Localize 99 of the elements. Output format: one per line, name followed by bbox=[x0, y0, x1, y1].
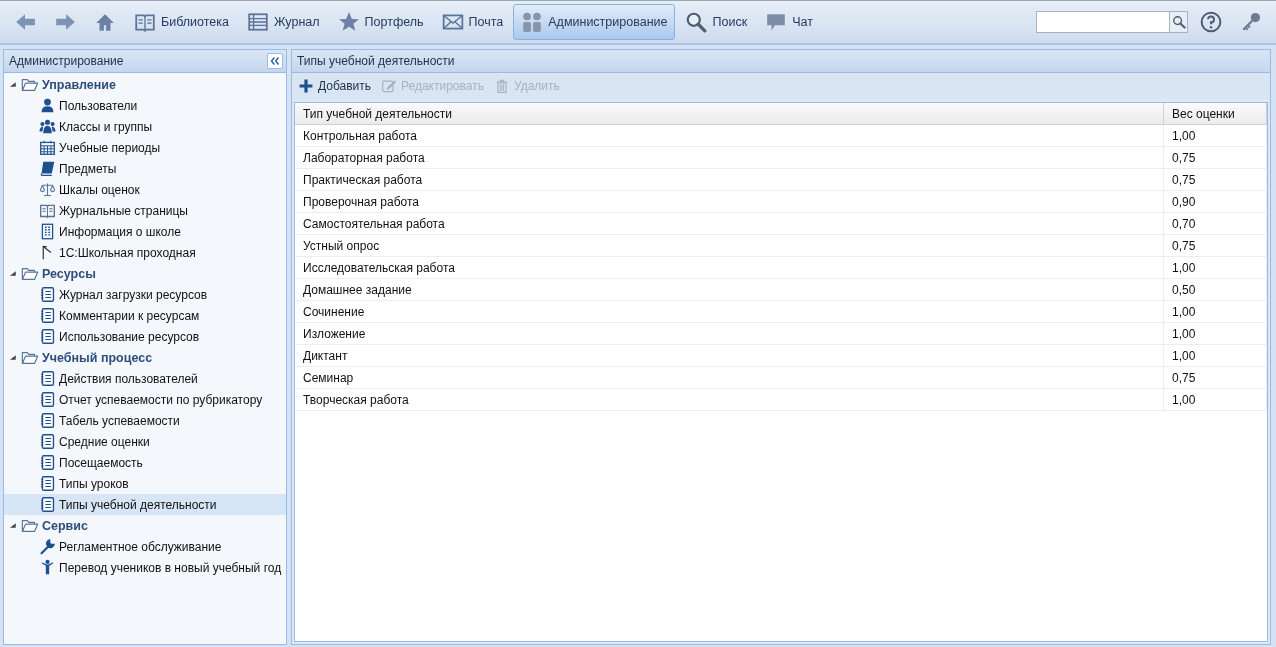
table-cell: 0,50 bbox=[1163, 278, 1267, 301]
people-icon bbox=[521, 11, 544, 33]
calendar-icon bbox=[39, 139, 56, 156]
tree-item[interactable]: Предметы bbox=[4, 158, 286, 179]
tree-item[interactable]: Табель успеваемости bbox=[4, 410, 286, 431]
tree-item[interactable]: Шкалы оценок bbox=[4, 179, 286, 200]
notebook-icon bbox=[39, 307, 56, 324]
expander-icon bbox=[9, 80, 18, 89]
tree-item[interactable]: Использование ресурсов bbox=[4, 326, 286, 347]
table-cell: 1,00 bbox=[1163, 124, 1267, 147]
table-cell: 1,00 bbox=[1163, 300, 1267, 323]
notebook-icon bbox=[39, 433, 56, 450]
tree-item[interactable]: Учебные периоды bbox=[4, 137, 286, 158]
building-icon bbox=[39, 223, 56, 240]
table-cell: Домашнее задание bbox=[295, 278, 1164, 301]
tree-group[interactable]: Ресурсы bbox=[4, 263, 286, 284]
notebook-icon bbox=[39, 496, 56, 513]
table-cell: 0,75 bbox=[1163, 168, 1267, 191]
panel-title: Типы учебной деятельности bbox=[297, 54, 455, 68]
table-cell: 0,70 bbox=[1163, 212, 1267, 235]
table-cell: 0,75 bbox=[1163, 366, 1267, 389]
column-header[interactable]: Вес оценки bbox=[1163, 103, 1267, 125]
tree-item[interactable]: Комментарии к ресурсам bbox=[4, 305, 286, 326]
expander-icon bbox=[9, 269, 18, 278]
tree-item[interactable]: Средние оценки bbox=[4, 431, 286, 452]
tree-group[interactable]: Учебный процесс bbox=[4, 347, 286, 368]
table-icon bbox=[246, 11, 269, 33]
search-icon bbox=[1171, 15, 1186, 29]
notebook-icon bbox=[39, 454, 56, 471]
panel-title: Администрирование bbox=[9, 54, 124, 68]
nav-tab[interactable]: Чат bbox=[757, 4, 821, 40]
key-icon bbox=[1240, 11, 1262, 33]
table-cell: 0,75 bbox=[1163, 234, 1267, 257]
table-cell: Устный опрос bbox=[295, 234, 1164, 257]
notebook-icon bbox=[39, 286, 56, 303]
tree-item[interactable]: Классы и группы bbox=[4, 116, 286, 137]
tree-item[interactable]: Журнальные страницы bbox=[4, 200, 286, 221]
expander-icon bbox=[9, 353, 18, 362]
person-icon bbox=[39, 559, 56, 576]
notebook-icon bbox=[39, 475, 56, 492]
tree-item[interactable]: Пользователи bbox=[4, 95, 286, 116]
table-cell: 1,00 bbox=[1163, 344, 1267, 367]
nav-tab[interactable]: Администрирование bbox=[513, 4, 676, 40]
user-icon bbox=[39, 97, 56, 114]
nav-tab[interactable]: Почта bbox=[433, 4, 512, 40]
tree-group[interactable]: Управление bbox=[4, 74, 286, 95]
tree-item[interactable]: Действия пользователей bbox=[4, 368, 286, 389]
search-icon bbox=[685, 11, 708, 33]
tree-item[interactable]: Типы уроков bbox=[4, 473, 286, 494]
table-cell: 0,90 bbox=[1163, 190, 1267, 213]
table-cell: Семинар bbox=[295, 366, 1164, 389]
expander-icon bbox=[9, 521, 18, 530]
tree-item[interactable]: Отчет успеваемости по рубрикатору bbox=[4, 389, 286, 410]
tree-item[interactable]: Журнал загрузки ресурсов bbox=[4, 284, 286, 305]
nav-tab[interactable]: Библиотека bbox=[126, 4, 237, 40]
tree-item[interactable]: 1С:Школьная проходная bbox=[4, 242, 286, 263]
table-cell: Лабораторная работа bbox=[295, 146, 1164, 169]
table-cell: Творческая работа bbox=[295, 388, 1164, 411]
notebook-icon bbox=[39, 370, 56, 387]
tree-item[interactable]: Типы учебной деятельности bbox=[4, 494, 286, 515]
column-header[interactable]: Тип учебной деятельности bbox=[295, 103, 1164, 125]
help-icon bbox=[1200, 11, 1222, 33]
table-cell: 1,00 bbox=[1163, 256, 1267, 279]
double-chevron-icon bbox=[268, 54, 282, 68]
plus-icon bbox=[298, 78, 314, 94]
table-cell: Изложение bbox=[295, 322, 1164, 345]
star-icon bbox=[337, 11, 360, 33]
tree-item[interactable]: Регламентное обслуживание bbox=[4, 536, 286, 557]
notebook-icon bbox=[39, 412, 56, 429]
search-field[interactable] bbox=[1036, 11, 1188, 33]
table-cell: Сочинение bbox=[295, 300, 1164, 323]
add-button[interactable]: Добавить bbox=[296, 76, 374, 96]
tree-item[interactable]: Информация о школе bbox=[4, 221, 286, 242]
table-cell: Проверочная работа bbox=[295, 190, 1164, 213]
scales-icon bbox=[39, 181, 56, 198]
table-cell: Практическая работа bbox=[295, 168, 1164, 191]
table-cell: 0,75 bbox=[1163, 146, 1267, 169]
notebook-icon bbox=[39, 328, 56, 345]
edit-icon bbox=[381, 78, 398, 94]
table-cell: Диктант bbox=[295, 344, 1164, 367]
table-cell: 1,00 bbox=[1163, 388, 1267, 411]
tree-group[interactable]: Сервис bbox=[4, 515, 286, 536]
table-cell: Исследовательская работа bbox=[295, 256, 1164, 279]
table-cell: Контрольная работа bbox=[295, 124, 1164, 147]
nav-tab[interactable]: Портфель bbox=[329, 4, 432, 40]
open-book-icon bbox=[39, 202, 56, 219]
book-icon bbox=[39, 160, 56, 177]
table-cell: 1,00 bbox=[1163, 322, 1267, 345]
tree-item[interactable]: Посещаемость bbox=[4, 452, 286, 473]
table-cell: Самостоятельная работа bbox=[295, 212, 1164, 235]
collapse-button[interactable] bbox=[267, 53, 283, 69]
nav-tab[interactable]: Поиск bbox=[677, 4, 756, 40]
tree-item[interactable]: Перевод учеников в новый учебный год bbox=[4, 557, 286, 578]
trash-icon bbox=[493, 78, 510, 94]
search-button[interactable] bbox=[1169, 12, 1187, 32]
notebook-icon bbox=[39, 391, 56, 408]
wrench-icon bbox=[39, 538, 56, 555]
users-icon bbox=[39, 118, 56, 135]
nav-tab[interactable]: Журнал bbox=[238, 4, 328, 40]
